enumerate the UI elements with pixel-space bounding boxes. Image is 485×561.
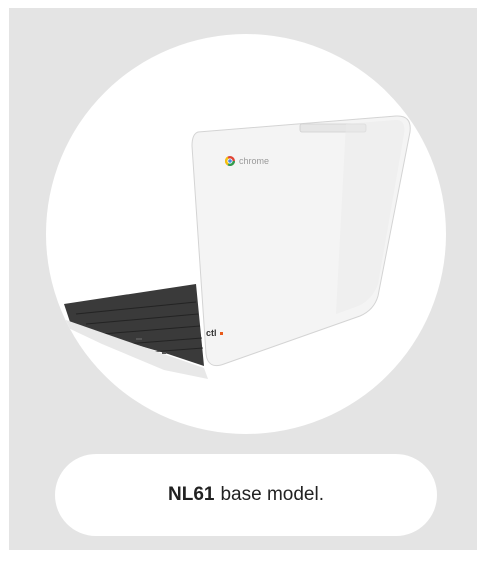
- model-description: base model.: [220, 484, 324, 505]
- product-card: chrome ctl NL61 base model.: [9, 8, 477, 550]
- model-name: NL61: [168, 484, 215, 505]
- port: [162, 352, 166, 354]
- laptop-product-image: chrome ctl: [64, 115, 411, 379]
- ctl-logo: ctl: [206, 328, 217, 338]
- port: [136, 338, 142, 340]
- chrome-logo-icon: [225, 156, 235, 166]
- ctl-logo-accent: [220, 332, 223, 335]
- product-image-circle: chrome ctl: [46, 34, 446, 434]
- product-caption: NL61 base model.: [55, 454, 437, 536]
- chrome-wordmark: chrome: [239, 156, 269, 166]
